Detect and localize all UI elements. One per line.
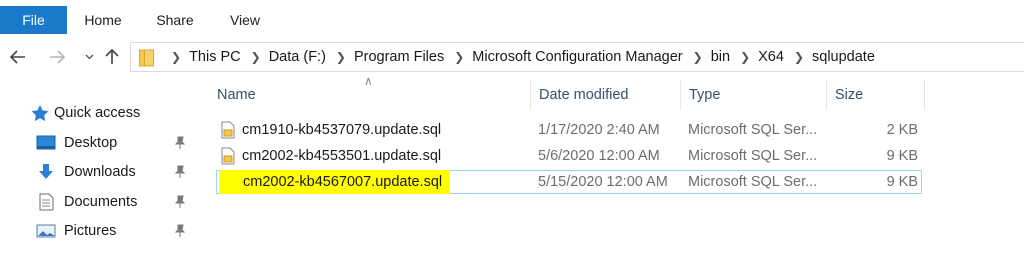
address-bar[interactable]: ❯ This PC ❯ Data (F:) ❯ Program Files ❯ …	[130, 42, 1024, 72]
breadcrumb-separator: ❯	[171, 50, 182, 64]
column-header-date-modified[interactable]: Date modified	[534, 80, 680, 118]
navigation-pane: Quick access Desktop Downloads Documents…	[0, 90, 196, 256]
up-button[interactable]	[102, 46, 122, 68]
column-divider[interactable]	[680, 80, 681, 110]
breadcrumb-this-pc[interactable]: This PC	[189, 49, 241, 65]
table-row[interactable]: cm2002-kb4553501.update.sql 5/6/2020 12:…	[216, 144, 922, 168]
folder-icon	[139, 49, 154, 67]
file-size: 9 KB	[886, 148, 918, 164]
breadcrumb-x64[interactable]: X64	[758, 49, 784, 65]
file-type: Microsoft SQL Ser...	[688, 148, 818, 164]
file-list: ∧ Name Date modified Type Size cm1910-kb…	[212, 72, 1024, 256]
pictures-icon	[36, 224, 56, 238]
sidebar-item-label: Quick access	[54, 105, 141, 121]
breadcrumb-separator[interactable]: ❯	[794, 50, 804, 64]
file-size: 9 KB	[886, 174, 918, 190]
column-divider[interactable]	[826, 80, 827, 110]
breadcrumb-separator[interactable]: ❯	[454, 50, 464, 64]
sidebar-item-pictures[interactable]: Pictures	[0, 218, 196, 244]
column-header-size[interactable]: Size	[830, 80, 924, 118]
breadcrumb-sqlupdate[interactable]: sqlupdate	[812, 49, 875, 65]
sidebar-item-label: Pictures	[64, 223, 117, 239]
breadcrumb-separator[interactable]: ❯	[740, 50, 750, 64]
sidebar-item-label: Documents	[64, 194, 138, 210]
column-divider[interactable]	[530, 80, 531, 110]
download-arrow-icon	[39, 164, 53, 179]
file-name: cm2002-kb4553501.update.sql	[242, 148, 442, 164]
breadcrumb-bin[interactable]: bin	[711, 49, 730, 65]
tab-view[interactable]: View	[212, 6, 278, 34]
tab-home[interactable]: Home	[70, 6, 136, 34]
recent-locations-button[interactable]	[79, 46, 99, 68]
file-type: Microsoft SQL Ser...	[688, 174, 818, 190]
column-divider[interactable]	[924, 80, 925, 110]
file-name: cm2002-kb4567007.update.sql	[219, 170, 451, 194]
table-row-selected[interactable]: cm2002-kb4567007.update.sql 5/15/2020 12…	[216, 170, 922, 194]
sidebar-item-documents[interactable]: Documents	[0, 189, 196, 215]
chevron-down-icon	[85, 54, 93, 60]
back-arrow-icon	[10, 50, 25, 64]
sidebar-item-downloads[interactable]: Downloads	[0, 159, 196, 185]
forward-button[interactable]	[47, 46, 67, 68]
file-name: cm1910-kb4537079.update.sql	[242, 122, 442, 138]
up-arrow-icon	[105, 49, 119, 64]
back-button[interactable]	[8, 46, 28, 68]
forward-arrow-icon	[50, 50, 65, 64]
column-header-name[interactable]: Name	[212, 80, 530, 118]
breadcrumb-configuration-manager[interactable]: Microsoft Configuration Manager	[472, 49, 682, 65]
file-date-modified: 5/6/2020 12:00 AM	[538, 148, 660, 164]
breadcrumb-separator[interactable]: ❯	[693, 50, 703, 64]
column-header-type[interactable]: Type	[684, 80, 826, 118]
pin-icon[interactable]	[174, 224, 186, 238]
pin-icon[interactable]	[174, 165, 186, 179]
breadcrumb-separator[interactable]: ❯	[336, 50, 346, 64]
tab-share[interactable]: Share	[142, 6, 208, 34]
breadcrumb-data-drive[interactable]: Data (F:)	[269, 49, 326, 65]
file-size: 2 KB	[886, 122, 918, 138]
sidebar-item-desktop[interactable]: Desktop	[0, 130, 196, 156]
ribbon: File Home Share View	[0, 0, 1024, 36]
file-date-modified: 5/15/2020 12:00 AM	[538, 174, 668, 190]
pin-icon[interactable]	[174, 195, 186, 209]
desktop-icon	[36, 135, 56, 150]
file-date-modified: 1/17/2020 2:40 AM	[538, 122, 660, 138]
pin-icon[interactable]	[174, 136, 186, 150]
file-type: Microsoft SQL Ser...	[688, 122, 818, 138]
sql-file-icon	[221, 147, 235, 165]
document-icon	[39, 193, 54, 211]
star-icon	[31, 105, 49, 122]
sidebar-item-label: Desktop	[64, 135, 118, 151]
sql-file-icon	[221, 121, 235, 139]
sidebar-item-label: Downloads	[64, 164, 136, 180]
breadcrumb-separator[interactable]: ❯	[251, 50, 261, 64]
table-row[interactable]: cm1910-kb4537079.update.sql 1/17/2020 2:…	[216, 118, 922, 142]
tab-file[interactable]: File	[0, 6, 67, 34]
breadcrumb-program-files[interactable]: Program Files	[354, 49, 444, 65]
sidebar-item-quick-access[interactable]: Quick access	[0, 100, 196, 126]
breadcrumb: ❯ This PC ❯ Data (F:) ❯ Program Files ❯ …	[161, 43, 875, 71]
